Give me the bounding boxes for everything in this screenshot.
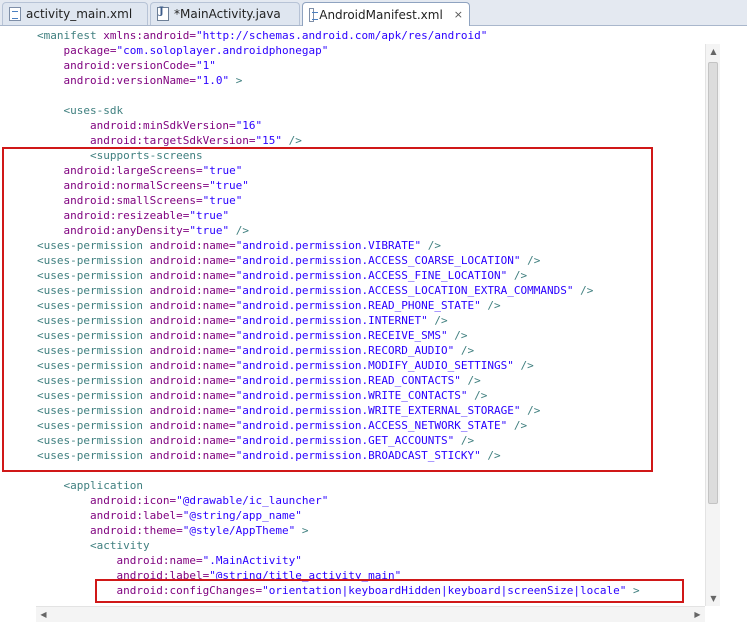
- code-line[interactable]: <activity: [37, 538, 640, 553]
- xml-editor[interactable]: <manifest xmlns:android="http://schemas.…: [0, 26, 747, 632]
- editor-right-margin: [720, 26, 747, 632]
- code-token: android:minSdkVersion=: [37, 119, 236, 132]
- highlight-box-config-changes: [95, 579, 684, 603]
- highlight-box-permissions: [2, 147, 653, 472]
- scroll-down-icon[interactable]: ▼: [706, 591, 721, 606]
- code-token: />: [282, 134, 302, 147]
- code-line[interactable]: package="com.soloplayer.androidphonegap": [37, 43, 640, 58]
- code-token: android:label=: [37, 509, 183, 522]
- code-token: "1.0": [195, 74, 230, 87]
- code-token: "16": [235, 119, 263, 132]
- code-line[interactable]: <application: [37, 478, 640, 493]
- tab-label: activity_main.xml: [26, 7, 133, 21]
- code-token: package=: [37, 44, 117, 57]
- code-line[interactable]: android:minSdkVersion="16": [37, 118, 640, 133]
- scroll-left-icon[interactable]: ◀: [36, 607, 51, 622]
- code-line[interactable]: <uses-sdk: [37, 103, 640, 118]
- tab-mainactivity-java[interactable]: *MainActivity.java: [150, 2, 300, 25]
- code-token: android:icon=: [37, 494, 177, 507]
- code-token: "@style/AppTheme": [182, 524, 296, 537]
- code-token: android:name=: [37, 554, 203, 567]
- code-token: "15": [255, 134, 283, 147]
- scroll-up-icon[interactable]: ▲: [706, 44, 721, 59]
- code-token: android:targetSdkVersion=: [37, 134, 256, 147]
- code-token: android:theme=: [37, 524, 183, 537]
- code-line[interactable]: <manifest xmlns:android="http://schemas.…: [37, 28, 640, 43]
- code-line[interactable]: [37, 88, 640, 103]
- code-line[interactable]: android:versionCode="1": [37, 58, 640, 73]
- tab-androidmanifest-xml[interactable]: AndroidManifest.xml ×: [302, 2, 470, 26]
- code-token: "@string/app_name": [182, 509, 302, 522]
- code-token: android:versionName=: [37, 74, 196, 87]
- code-token: <manifest: [37, 29, 97, 42]
- xml-file-icon: [9, 7, 21, 21]
- scroll-right-icon[interactable]: ▶: [690, 607, 705, 622]
- code-line[interactable]: android:theme="@style/AppTheme" >: [37, 523, 640, 538]
- code-token: >: [229, 74, 243, 87]
- java-file-icon: [157, 6, 169, 21]
- editor-tab-bar: activity_main.xml *MainActivity.java And…: [0, 0, 747, 26]
- code-token: <uses-sdk: [37, 104, 124, 117]
- tab-label: *MainActivity.java: [174, 7, 281, 21]
- tab-activity-main-xml[interactable]: activity_main.xml: [2, 2, 148, 25]
- code-token: "@drawable/ic_launcher": [176, 494, 329, 507]
- code-token: xmlns:android=: [96, 29, 196, 42]
- code-token: <application: [37, 479, 143, 492]
- vertical-scrollbar[interactable]: ▲ ▼: [705, 44, 721, 606]
- code-line[interactable]: android:label="@string/app_name": [37, 508, 640, 523]
- close-tab-icon[interactable]: ×: [454, 9, 463, 20]
- code-token: ".MainActivity": [202, 554, 302, 567]
- code-line[interactable]: android:icon="@drawable/ic_launcher": [37, 493, 640, 508]
- code-token: <activity: [37, 539, 150, 552]
- code-token: "1": [195, 59, 216, 72]
- code-line[interactable]: android:versionName="1.0" >: [37, 73, 640, 88]
- xml-file-icon: [309, 7, 319, 22]
- code-token: >: [295, 524, 309, 537]
- code-token: "com.soloplayer.androidphonegap": [116, 44, 329, 57]
- code-token: android:versionCode=: [37, 59, 196, 72]
- code-token: "http://schemas.android.com/apk/res/andr…: [195, 29, 488, 42]
- tab-label: AndroidManifest.xml: [319, 7, 443, 22]
- code-line[interactable]: android:targetSdkVersion="15" />: [37, 133, 640, 148]
- horizontal-scrollbar[interactable]: ◀ ▶: [36, 606, 705, 622]
- code-line[interactable]: android:name=".MainActivity": [37, 553, 640, 568]
- vertical-scroll-thumb[interactable]: [708, 62, 718, 504]
